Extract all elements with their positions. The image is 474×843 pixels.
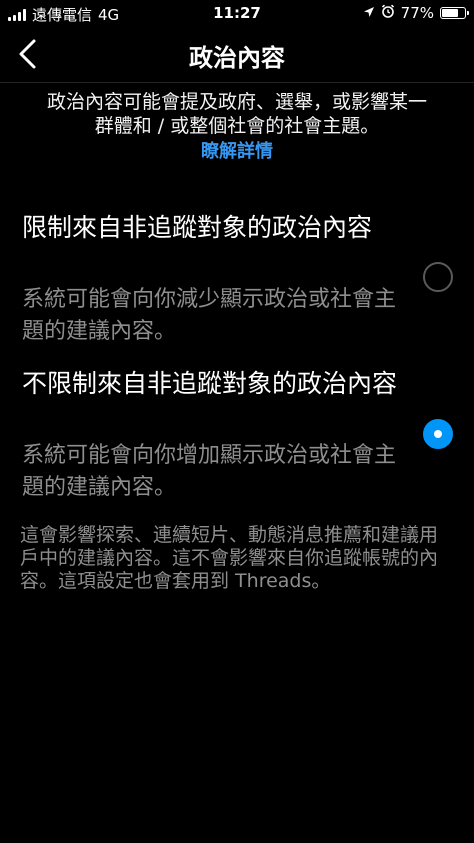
battery-fill	[442, 9, 459, 17]
alarm-icon	[381, 4, 395, 22]
footer-note: 這會影響探索、連續短片、動態消息推薦和建議用戶中的建議內容。這不會影響來自你追蹤…	[20, 524, 439, 592]
option-dont-limit[interactable]: 不限制來自非追蹤對象的政治內容 系統可能會向你增加顯示政治或社會主題的建議內容。	[0, 366, 474, 506]
option-description: 系統可能會向你增加顯示政治或社會主題的建議內容。	[22, 443, 397, 500]
option-title: 限制來自非追蹤對象的政治內容	[22, 213, 373, 242]
option-description: 系統可能會向你減少顯示政治或社會主題的建議內容。	[22, 287, 397, 344]
page-title: 政治內容	[189, 44, 285, 72]
intro-text: 政治內容可能會提及政府、選舉，或影響某一群體和 / 或整個社會的社會主題。	[46, 91, 427, 137]
radio-button-selected[interactable]	[423, 419, 453, 449]
radio-button-unselected[interactable]	[423, 262, 453, 292]
status-right: 77%	[363, 4, 469, 22]
battery-percent: 77%	[400, 4, 434, 22]
location-icon	[363, 4, 375, 22]
option-limit[interactable]: 限制來自非追蹤對象的政治內容 系統可能會向你減少顯示政治或社會主題的建議內容。	[0, 210, 474, 350]
option-title: 不限制來自非追蹤對象的政治內容	[22, 369, 398, 398]
learn-more-link[interactable]: 瞭解詳情	[40, 140, 434, 164]
navigation-bar: 政治內容	[0, 26, 474, 83]
battery-icon	[440, 7, 469, 19]
status-bar: 遠傳電信 4G 11:27 77%	[0, 0, 474, 26]
intro-section: 政治內容可能會提及政府、選舉，或影響某一群體和 / 或整個社會的社會主題。 瞭解…	[40, 90, 434, 164]
